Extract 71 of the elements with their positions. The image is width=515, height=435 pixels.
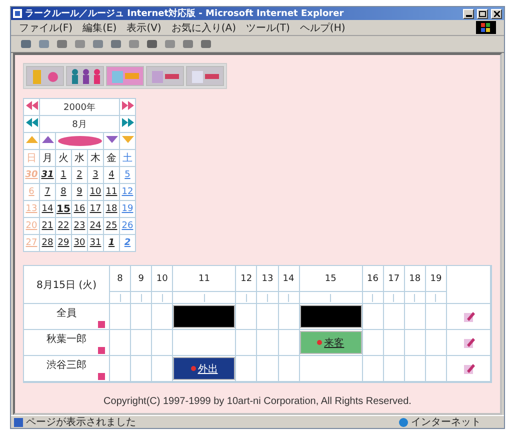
- year-label: 2000年: [64, 102, 96, 112]
- previous-year-icon[interactable]: [26, 101, 38, 110]
- menu-item[interactable]: ヘルプ(H): [300, 20, 346, 34]
- previous-week-icon[interactable]: [26, 135, 38, 144]
- nav-tab[interactable]: [26, 66, 64, 86]
- hour-label: 17: [388, 274, 400, 284]
- event-link[interactable]: 外出: [198, 362, 218, 376]
- dot-icon: [317, 340, 322, 345]
- weekday-label: 土: [122, 153, 132, 164]
- schedule-cell: [384, 304, 405, 330]
- month-label: 8月: [72, 120, 87, 130]
- weekday-label: 水: [74, 153, 84, 164]
- maximize-button[interactable]: [477, 8, 488, 18]
- member-name: 秋葉一郎: [46, 332, 86, 346]
- hour-label: 15: [324, 274, 336, 284]
- copyright-text: Copyright(C) 1997-1999 by 10art-ni Corporation, All Rights Reserved.: [102, 396, 412, 407]
- zone-label: インターネット: [411, 416, 482, 429]
- hour-label: 14: [282, 274, 294, 284]
- schedule-cell: [131, 330, 152, 356]
- event-link[interactable]: 来客: [324, 336, 344, 350]
- hour-label: 13: [262, 274, 274, 284]
- hour-label: 8: [117, 274, 123, 284]
- schedule-cell: [236, 330, 258, 356]
- hour-label: 16: [367, 274, 378, 284]
- schedule-cell: [152, 330, 174, 356]
- minimize-button[interactable]: [463, 8, 474, 18]
- page-icon: [14, 418, 23, 426]
- weekday-label: 火: [58, 153, 68, 164]
- next-month-icon[interactable]: [122, 118, 134, 127]
- next-week-icon[interactable]: [122, 135, 134, 144]
- close-icon: [494, 10, 500, 16]
- today-button[interactable]: [58, 136, 102, 146]
- schedule-date: 8月15日 (火): [36, 278, 97, 292]
- schedule-cell: [384, 330, 405, 356]
- member-name: 渋谷三郎: [46, 358, 86, 372]
- schedule-cell: [404, 330, 426, 356]
- windows-logo: [476, 21, 496, 34]
- schedule-cell: [257, 304, 278, 330]
- weekday-label: 日: [26, 153, 36, 164]
- hour-label: 10: [156, 274, 168, 284]
- nav-tab[interactable]: [146, 66, 184, 86]
- hour-label: 19: [430, 274, 442, 284]
- globe-icon: [399, 418, 408, 426]
- schedule-cell: [257, 330, 278, 356]
- schedule-cell: [404, 304, 426, 330]
- weekday-label: 金: [106, 153, 116, 164]
- hour-label: 12: [240, 274, 252, 284]
- next-day-icon[interactable]: [106, 135, 118, 144]
- menu-item[interactable]: 編集(E): [82, 20, 117, 34]
- maximize-icon: [479, 10, 486, 16]
- browser-icon: [13, 9, 22, 18]
- menu-item[interactable]: お気に入り(A): [171, 20, 236, 34]
- weekday-label: 月: [42, 153, 52, 164]
- schedule-cell: [131, 304, 152, 330]
- hour-label: 11: [198, 274, 210, 284]
- dot-icon: [190, 366, 196, 371]
- next-year-icon[interactable]: [122, 101, 134, 110]
- nav-tab[interactable]: [186, 66, 224, 86]
- member-name: 全員: [56, 307, 76, 320]
- weekday-label: 木: [90, 153, 100, 164]
- hour-label: 9: [138, 274, 144, 284]
- previous-month-icon[interactable]: [26, 118, 38, 127]
- status-message: ページが表示されました: [26, 416, 137, 429]
- previous-day-icon[interactable]: [42, 135, 54, 144]
- window-title: ラークルール／ルージュ Internet対応版 - Microsoft Internet Explorer: [25, 7, 345, 20]
- close-button[interactable]: [491, 8, 502, 18]
- menu-item[interactable]: ツール(T): [246, 20, 290, 34]
- hour-label: 18: [409, 274, 421, 284]
- menu-item[interactable]: ファイル(F): [19, 20, 73, 34]
- menu-item[interactable]: 表示(V): [126, 20, 162, 34]
- nav-tab[interactable]: [66, 66, 104, 86]
